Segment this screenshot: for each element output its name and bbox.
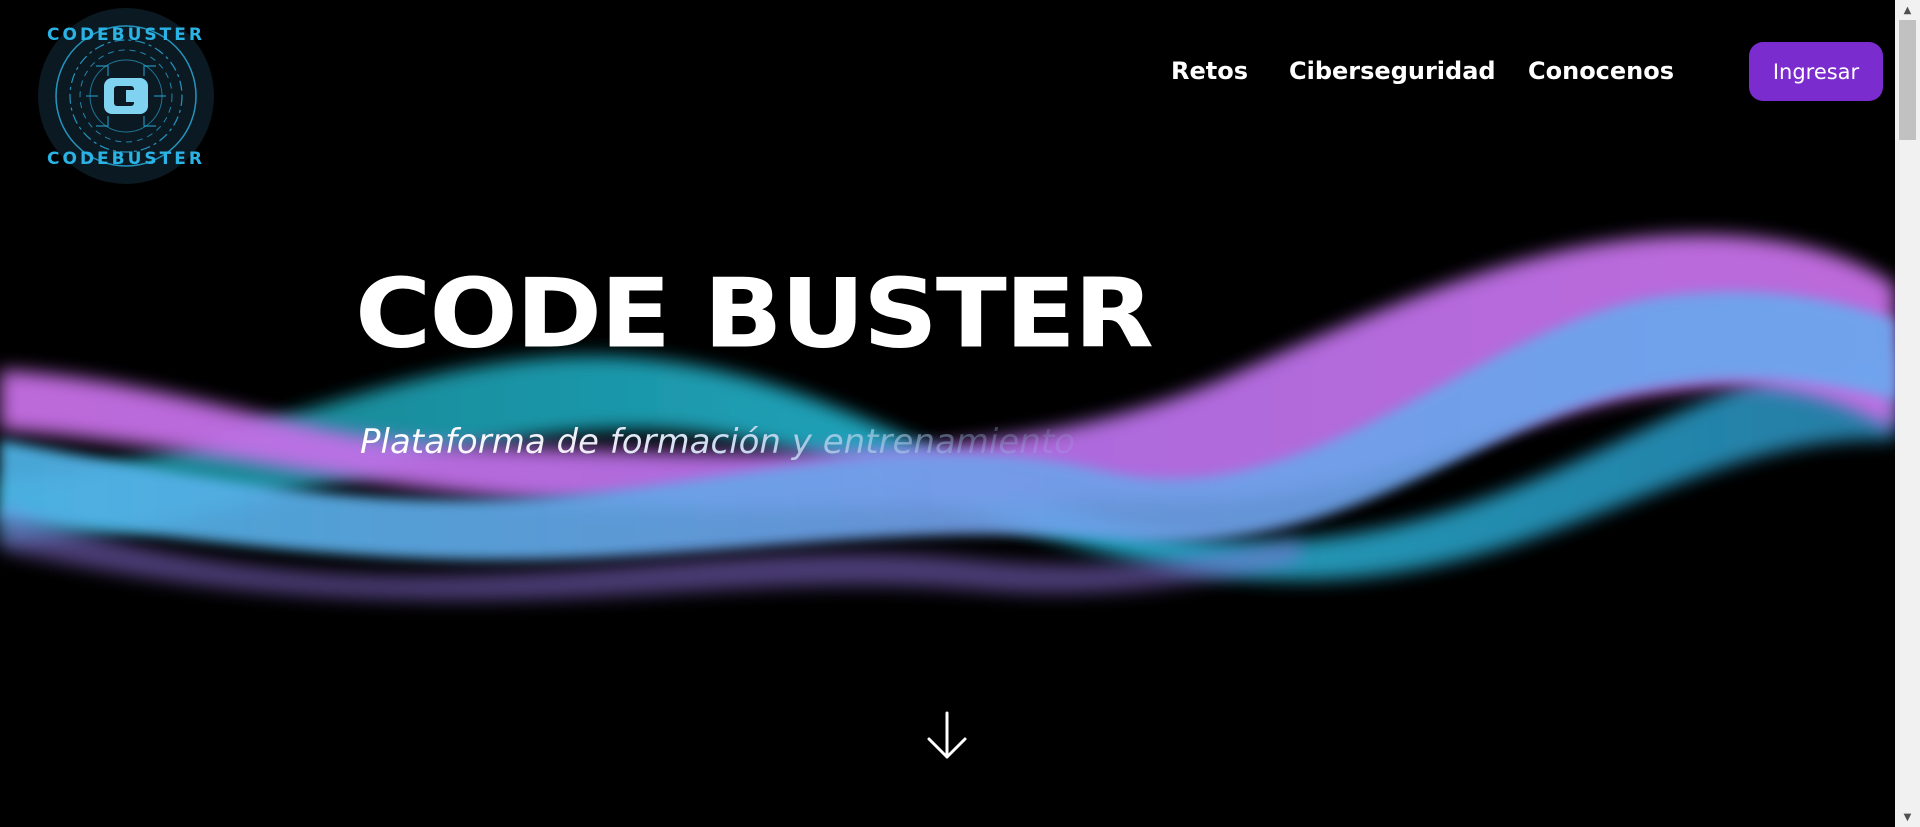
- arrow-down-icon[interactable]: [926, 711, 968, 761]
- logo-text-top: CODEBUSTER: [47, 25, 205, 45]
- scrollbar-thumb[interactable]: [1899, 20, 1916, 140]
- hero-subtitle: Plataforma de formación y entrenamiento: [360, 422, 1075, 462]
- codebuster-logo[interactable]: CODEBUSTER CODEBUSTER: [36, 6, 216, 186]
- hero-title: CODE BUSTER: [355, 257, 1154, 370]
- page: CODEBUSTER CODEBUSTER Retos Cibersegurid…: [0, 0, 1920, 827]
- nav-conocenos[interactable]: Conocenos: [1528, 56, 1674, 86]
- scroll-up-icon[interactable]: ▲: [1895, 0, 1920, 20]
- wave-background: [0, 234, 1895, 600]
- scrollbar[interactable]: ▲ ▼: [1895, 0, 1920, 827]
- nav-retos[interactable]: Retos: [1171, 56, 1248, 86]
- scroll-down-icon[interactable]: ▼: [1895, 807, 1920, 827]
- viewport: CODEBUSTER CODEBUSTER Retos Cibersegurid…: [0, 0, 1895, 827]
- login-button[interactable]: Ingresar: [1749, 42, 1883, 101]
- logo-text-bottom: CODEBUSTER: [47, 149, 205, 169]
- nav-ciberseguridad[interactable]: Ciberseguridad: [1289, 56, 1496, 86]
